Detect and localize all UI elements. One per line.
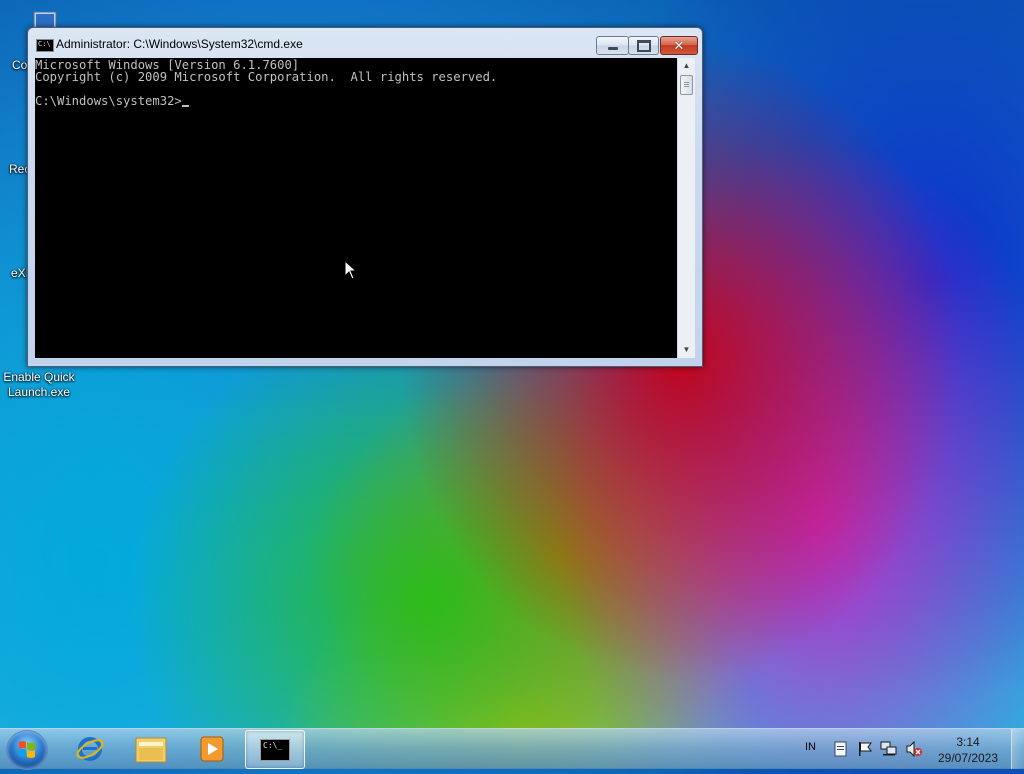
volume-muted-icon[interactable] [905,741,923,757]
taskbar-internet-explorer[interactable] [61,730,119,767]
close-icon: ✕ [673,37,685,53]
system-clock[interactable]: 3:14 29/07/2023 [930,734,1006,766]
media-player-icon [200,736,224,761]
scroll-down-icon[interactable]: ▼ [678,342,695,358]
document-icon[interactable] [834,741,848,757]
network-icon[interactable] [880,741,898,757]
window-title: Administrator: C:\Windows\System32\cmd.e… [56,37,303,51]
close-button[interactable]: ✕ [660,36,698,55]
cmd-icon-text: C:\ [38,40,51,48]
action-center-flag-icon[interactable] [857,741,873,757]
mouse-pointer-icon [344,260,358,280]
clock-time: 3:14 [956,735,980,749]
maximize-icon [636,39,651,52]
clock-date: 29/07/2023 [937,751,999,765]
internet-explorer-icon [76,736,104,761]
taskbar-command-prompt[interactable]: C:\_ [245,730,305,769]
language-indicator[interactable]: IN [805,741,816,753]
cmd-icon-text: C:\_ [263,740,283,750]
cmd-window[interactable]: C:\ Administrator: C:\Windows\System32\c… [27,27,703,367]
desktop-icon-label: Enable Quick Launch.exe [3,370,75,399]
taskbar-media-player[interactable] [183,730,241,767]
minimize-button[interactable] [596,36,629,55]
taskbar-windows-explorer[interactable] [122,730,180,767]
minimize-icon [607,47,618,50]
console-prompt: C:\Windows\system32> [35,94,182,108]
cmd-icon: C:\_ [260,738,290,761]
vertical-scrollbar[interactable]: ▲ ▼ [677,58,695,358]
scroll-thumb[interactable] [680,75,693,95]
title-bar[interactable]: C:\ Administrator: C:\Windows\System32\c… [28,28,702,58]
desktop-icon-label: Co [12,58,28,72]
text-cursor [181,105,189,107]
cmd-icon: C:\ [36,39,54,52]
console-line: Copyright (c) 2009 Microsoft Corporation… [35,70,498,84]
start-button[interactable] [6,730,48,770]
show-desktop-button[interactable] [1011,729,1024,769]
windows-logo-icon [19,741,35,758]
maximize-button[interactable] [628,36,659,55]
folder-icon [135,737,167,762]
console-output[interactable]: Microsoft Windows [Version 6.1.7600] Cop… [35,58,677,358]
taskbar: C:\_ IN 3:14 29/07/2023 [0,728,1024,770]
scroll-up-icon[interactable]: ▲ [678,58,695,74]
